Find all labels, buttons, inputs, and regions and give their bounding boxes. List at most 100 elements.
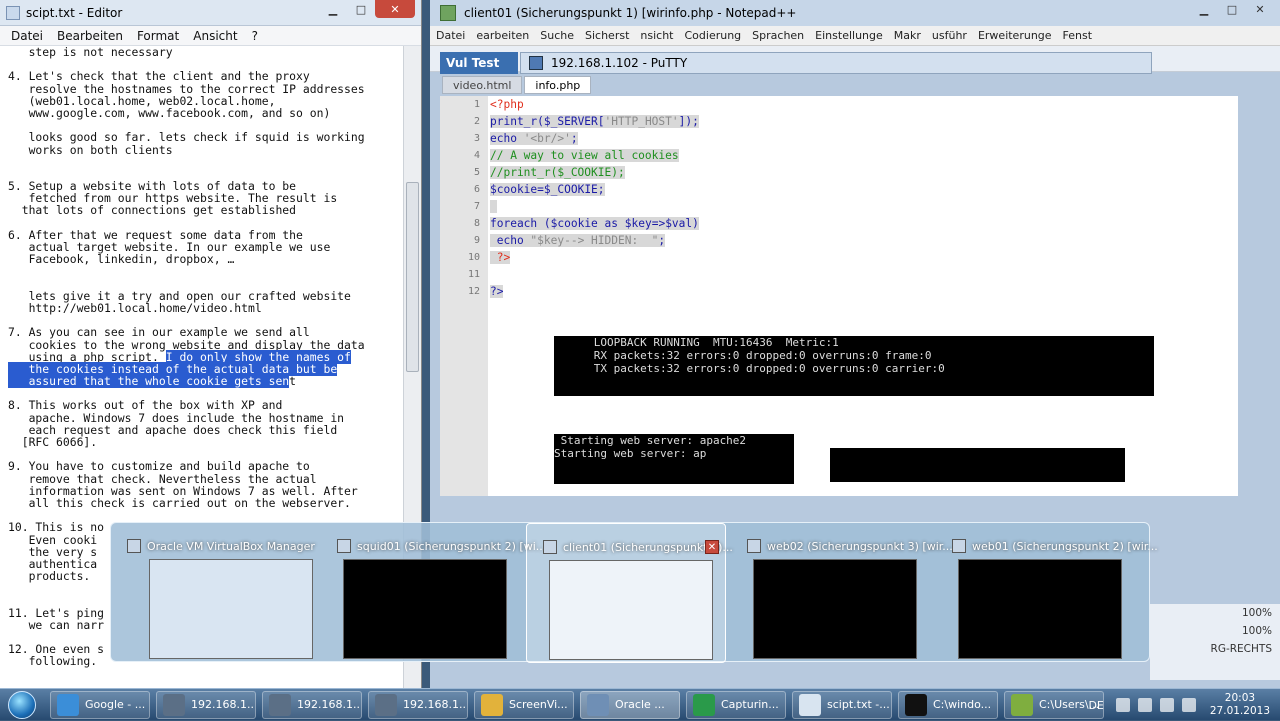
taskbar-thumbnail[interactable]: web02 (Sicherungspunkt 3) [wir... [731,523,953,663]
taskbar-thumbnail[interactable]: web01 (Sicherungspunkt 2) [wir... [936,523,1158,663]
taskbar-button-label: 192.168.1... [403,698,468,711]
thumbnail-preview [343,559,507,659]
minimize-button[interactable]: ▁ [1190,0,1218,18]
editor-menubar: Datei Bearbeiten Format Ansicht? [0,26,421,46]
thumbnail-title-text: web02 (Sicherungspunkt 3) [wir... [767,539,953,553]
thumbnail-preview [149,559,313,659]
taskbar-thumbnail[interactable]: squid01 (Sicherungspunkt 2) [wi... [321,523,546,663]
taskbar-thumbnail-popup: Oracle VM VirtualBox Manager squid01 (Sic… [110,522,1158,663]
taskbar-button[interactable]: scipt.txt -... [792,690,892,719]
thumbnail-preview [549,560,713,660]
scrollbar-thumb[interactable] [406,182,419,372]
close-button[interactable]: ✕ [375,0,415,18]
taskbar-button[interactable]: Capturin... [686,690,786,719]
editor-menu-item[interactable]: Ansicht [193,29,237,43]
taskbar-button[interactable]: C:\windo... [898,690,998,719]
npp-menu-item[interactable]: Datei [436,29,465,42]
taskbar-button[interactable]: Oracle ... [580,690,680,719]
taskbar-button[interactable]: 192.168.1... [262,690,362,719]
windows-orb-icon [8,690,36,719]
npp-menu-item[interactable]: Sprachen [752,29,804,42]
line-number: 7 [473,201,480,212]
code-token: $key [624,217,652,230]
taskbar-thumbnail[interactable]: client01 (Sicherungspunkt 1)... ✕ [526,523,733,663]
tab-video-html[interactable]: video.html [442,76,523,94]
editor-menu-item[interactable]: Datei [11,29,43,43]
maximize-button[interactable]: □ [1218,0,1246,18]
thumbnail-close-button[interactable]: ✕ [705,540,719,554]
text-segment: we can narr [8,617,105,632]
code-token: ]); [678,115,699,128]
line-number: 6 [473,184,480,195]
editor-menu-item[interactable]: Bearbeiten [57,29,123,43]
clock[interactable]: 20:03 27.01.2013 [1210,692,1270,718]
tab-info-php[interactable]: info.php [524,76,592,94]
vm-icon [337,539,351,553]
npp-menu-item[interactable]: Erweiterunge [978,29,1052,42]
text-line: [RFC 6066]. [8,436,402,448]
npp-menu-item[interactable]: Fenst [1063,29,1093,42]
npp-menu-item[interactable]: Sicherst [585,29,629,42]
language-indicator[interactable]: DE [1088,699,1103,712]
line-number-gutter: 1 2 3 4 5 6 7 8 9 10 11 12 [440,96,488,496]
code-line: <?php [488,96,1238,113]
editor-menu-item[interactable]: Format [137,29,179,43]
code-token: = [537,183,544,196]
npp-menu-item[interactable]: nsicht [640,29,673,42]
thumbnail-preview [958,559,1122,659]
code-token: "$key--> HIDDEN: " [530,234,659,247]
notepad-icon [6,5,20,20]
editor-menu-item[interactable]: ? [252,29,258,43]
cmd-icon [905,693,927,716]
thumbnail-preview [753,559,917,659]
taskbar-button-label: scipt.txt -... [827,698,890,711]
npp-menu-item[interactable]: Suche [540,29,574,42]
taskbar-button-label: C:\windo... [933,698,992,711]
code-line: echo '<br/>'; [488,130,1238,147]
line-number: 4 [473,150,480,161]
selected-text: assured that the whole cookie gets sen [8,374,290,389]
editor-titlebar[interactable]: scipt.txt - Editor ▁ □ ✕ [0,0,421,26]
start-button[interactable] [0,689,44,721]
taskbar-button[interactable]: ScreenVi... [474,690,574,719]
text-line: step is not necessary [8,46,402,58]
code-token: $_COOKIE [543,183,598,196]
taskbar-thumbnail[interactable]: Oracle VM VirtualBox Manager [111,523,315,663]
npp-menu-item[interactable]: earbeiten [476,29,529,42]
notepadpp-icon [440,5,456,21]
minimize-button[interactable]: ▁ [319,0,347,18]
tray-arrow-icon[interactable] [1115,698,1130,712]
thumbnail-title: web01 (Sicherungspunkt 2) [wir... [952,539,1158,553]
code-line: ?> [488,249,1238,266]
network-icon[interactable] [1137,698,1152,712]
status-field: RG-RECHTS [1210,643,1272,655]
virtualbox-icon [587,693,609,716]
code-token: //print_r($_COOKIE); [490,166,625,179]
putty-terminal-block [830,448,1125,482]
npp-titlebar[interactable]: client01 (Sicherungspunkt 1) [wirinfo.ph… [430,0,1280,26]
thumbnail-title-text: web01 (Sicherungspunkt 2) [wir... [972,539,1158,553]
taskbar-button[interactable]: 192.168.1... [368,690,468,719]
maximize-button[interactable]: □ [347,0,375,18]
code-token: $val [665,217,693,230]
line-number: 5 [473,167,480,178]
volume-icon[interactable] [1159,698,1174,712]
taskbar-button-label: Capturin... [721,698,779,711]
code-token: $cookie [550,217,598,230]
taskbar-button[interactable]: 192.168.1... [156,690,256,719]
taskbar-button[interactable]: Google - ... [50,690,150,719]
npp-menu-item[interactable]: Einstellunge [815,29,883,42]
code-token: echo [490,132,524,145]
status-field: 100% [1241,607,1272,619]
putty-titlebar[interactable]: 192.168.1.102 - PuTTY [520,52,1152,74]
thumbnail-title: squid01 (Sicherungspunkt 2) [wi... [337,539,546,553]
close-button[interactable]: ✕ [1246,0,1274,18]
power-icon[interactable] [1181,698,1196,712]
ie-icon [57,693,79,716]
npp-menu-item[interactable]: usführ [932,29,967,42]
npp-menu-item[interactable]: Codierung [685,29,742,42]
line-number: 3 [473,133,480,144]
npp-menu-item[interactable]: Makr [894,29,921,42]
